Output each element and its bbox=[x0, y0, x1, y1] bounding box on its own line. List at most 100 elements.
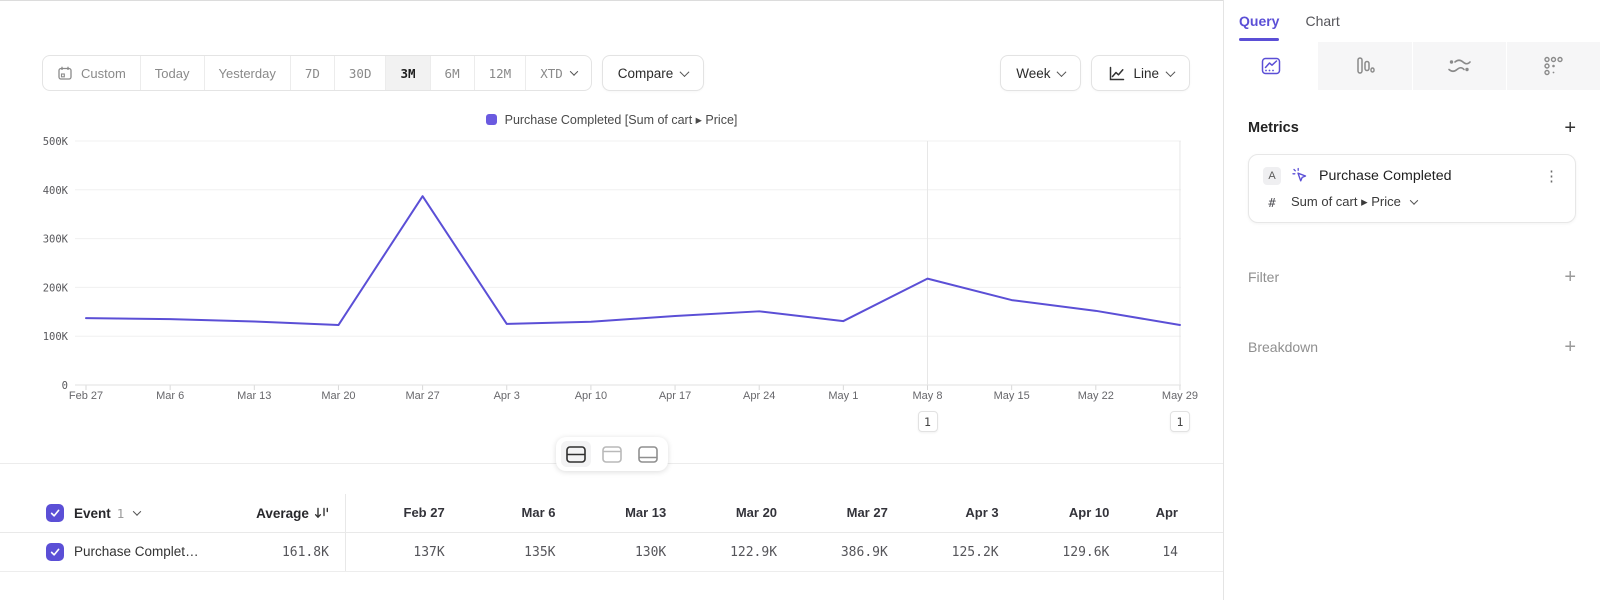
results-table: Event 1 Average Feb 27 Mar 6 Mar 13 Mar … bbox=[0, 494, 1223, 572]
value-cell: 135K bbox=[457, 543, 568, 561]
sidebar-tabs: Query Chart bbox=[1224, 0, 1600, 42]
value-cell: 122.9K bbox=[678, 543, 789, 561]
layout-toggle bbox=[556, 437, 668, 471]
x-axis-tick-label: Apr 24 bbox=[743, 390, 775, 402]
select-all-checkbox[interactable] bbox=[46, 504, 64, 522]
y-axis-tick-label: 100K bbox=[43, 331, 69, 343]
series-name-cell: Purchase Completed [Sum of cart ▸ Price] bbox=[0, 543, 213, 561]
breakdown-title: Breakdown bbox=[1248, 339, 1318, 355]
event-click-icon bbox=[1291, 167, 1309, 185]
range-custom[interactable]: Custom bbox=[43, 56, 140, 90]
retention-icon bbox=[1542, 55, 1564, 77]
legend-label: Purchase Completed [Sum of cart ▸ Price] bbox=[505, 112, 738, 127]
numeric-property-icon: # bbox=[1263, 195, 1281, 210]
range-30d[interactable]: 30D bbox=[334, 56, 386, 90]
check-icon bbox=[49, 507, 61, 519]
chart-type-button[interactable]: Line bbox=[1091, 55, 1190, 91]
view-tab-insights[interactable] bbox=[1224, 42, 1317, 90]
chart-only-button[interactable] bbox=[597, 441, 627, 467]
toolbar-right-group: Week Line bbox=[1000, 55, 1190, 91]
y-axis-tick-label: 0 bbox=[62, 380, 68, 392]
filter-section-header: Filter + bbox=[1248, 267, 1576, 287]
column-header: Mar 6 bbox=[457, 504, 568, 522]
sort-descending-icon[interactable] bbox=[314, 506, 329, 520]
granularity-button[interactable]: Week bbox=[1000, 55, 1081, 91]
metrics-section-header: Metrics + bbox=[1248, 118, 1576, 138]
range-6m[interactable]: 6M bbox=[430, 56, 474, 90]
metrics-title: Metrics bbox=[1248, 120, 1299, 136]
value-cell: 14 bbox=[1121, 543, 1223, 561]
toolbar-left-group: Custom Today Yesterday 7D 30D 3M 6M 12M … bbox=[42, 55, 704, 91]
value-cell: 130K bbox=[567, 543, 678, 561]
chevron-down-icon bbox=[1166, 67, 1176, 77]
aggregation-label: Sum of cart ▸ Price bbox=[1291, 194, 1401, 210]
value-cell: 137K bbox=[346, 543, 457, 561]
column-header: Feb 27 bbox=[346, 504, 457, 522]
view-type-tabs bbox=[1224, 42, 1600, 90]
tab-query[interactable]: Query bbox=[1239, 0, 1279, 42]
metric-name: Purchase Completed bbox=[1319, 168, 1532, 184]
table-only-button[interactable] bbox=[633, 441, 663, 467]
range-yesterday[interactable]: Yesterday bbox=[204, 56, 290, 90]
split-view-icon bbox=[566, 446, 586, 463]
compare-button[interactable]: Compare bbox=[602, 55, 705, 91]
view-tab-retention[interactable] bbox=[1506, 42, 1600, 90]
row-checkbox[interactable] bbox=[46, 543, 64, 561]
table-header-row: Event 1 Average Feb 27 Mar 6 Mar 13 Mar … bbox=[0, 494, 1223, 533]
column-header: Apr 10 bbox=[1011, 504, 1122, 522]
x-axis-tick-label: Mar 27 bbox=[405, 390, 439, 402]
chevron-down-icon bbox=[680, 67, 690, 77]
x-axis-tick-label: Mar 6 bbox=[156, 390, 184, 402]
add-breakdown-button[interactable]: + bbox=[1564, 337, 1576, 357]
x-axis-tick-label: May 15 bbox=[994, 390, 1030, 402]
add-filter-button[interactable]: + bbox=[1564, 267, 1576, 287]
metric-aggregation-row[interactable]: # Sum of cart ▸ Price bbox=[1263, 194, 1561, 210]
chart-only-icon bbox=[602, 446, 622, 463]
chart-legend[interactable]: Purchase Completed [Sum of cart ▸ Price] bbox=[0, 112, 1223, 127]
column-header: Mar 20 bbox=[678, 504, 789, 522]
toolbar: Custom Today Yesterday 7D 30D 3M 6M 12M … bbox=[42, 55, 1190, 91]
main-panel: Custom Today Yesterday 7D 30D 3M 6M 12M … bbox=[0, 0, 1223, 600]
range-12m[interactable]: 12M bbox=[474, 56, 526, 90]
event-header-cell[interactable]: Event 1 bbox=[0, 504, 213, 522]
annotation-badge[interactable]: 1 bbox=[918, 411, 938, 432]
date-range-segmented-control: Custom Today Yesterday 7D 30D 3M 6M 12M … bbox=[42, 55, 592, 91]
x-axis-tick-label: Apr 17 bbox=[659, 390, 691, 402]
average-header-cell[interactable]: Average bbox=[213, 494, 346, 532]
range-xtd[interactable]: XTD bbox=[525, 56, 591, 90]
split-view-button[interactable] bbox=[561, 441, 591, 467]
range-today[interactable]: Today bbox=[140, 56, 204, 90]
breakdown-section-header: Breakdown + bbox=[1248, 337, 1576, 357]
query-sidebar: Query Chart bbox=[1223, 0, 1600, 600]
metric-card-main-row: A Purchase Completed ⋮ bbox=[1263, 167, 1561, 185]
y-axis-tick-label: 500K bbox=[43, 136, 69, 148]
range-7d[interactable]: 7D bbox=[290, 56, 334, 90]
range-3m-active[interactable]: 3M bbox=[385, 56, 429, 90]
x-axis-tick-label: Apr 10 bbox=[575, 390, 607, 402]
insights-icon bbox=[1260, 55, 1282, 77]
line-chart-icon bbox=[1107, 65, 1125, 82]
series-name: Purchase Completed [Sum of cart ▸ Price] bbox=[74, 544, 206, 560]
chart-canvas: 0100K200K300K400K500KFeb 27Mar 6Mar 13Ma… bbox=[0, 130, 1223, 420]
average-value: 161.8K bbox=[282, 545, 329, 560]
metric-letter-badge: A bbox=[1263, 167, 1281, 185]
x-axis-tick-label: May 22 bbox=[1078, 390, 1114, 402]
line-chart[interactable]: 0100K200K300K400K500KFeb 27Mar 6Mar 13Ma… bbox=[0, 130, 1223, 442]
event-header-label: Event bbox=[74, 506, 111, 521]
y-axis-tick-label: 400K bbox=[43, 185, 69, 197]
x-axis-tick-label: May 29 bbox=[1162, 390, 1198, 402]
metric-card[interactable]: A Purchase Completed ⋮ # Sum of cart ▸ P… bbox=[1248, 154, 1576, 223]
metric-menu-button[interactable]: ⋮ bbox=[1542, 167, 1561, 185]
sidebar-content: Metrics + A Purchase Completed ⋮ # Sum o… bbox=[1224, 118, 1600, 357]
annotation-badge[interactable]: 1 bbox=[1170, 411, 1190, 432]
view-tab-flows[interactable] bbox=[1412, 42, 1506, 90]
x-axis-tick-label: Mar 13 bbox=[237, 390, 271, 402]
x-axis-tick-label: Apr 3 bbox=[494, 390, 520, 402]
view-tab-funnels[interactable] bbox=[1317, 42, 1411, 90]
series-line bbox=[86, 196, 1180, 325]
tab-chart[interactable]: Chart bbox=[1305, 0, 1339, 42]
add-metric-button[interactable]: + bbox=[1564, 118, 1576, 138]
table-row[interactable]: Purchase Completed [Sum of cart ▸ Price]… bbox=[0, 533, 1223, 572]
y-axis-tick-label: 300K bbox=[43, 234, 69, 246]
x-axis-tick-label: Feb 27 bbox=[69, 390, 103, 402]
